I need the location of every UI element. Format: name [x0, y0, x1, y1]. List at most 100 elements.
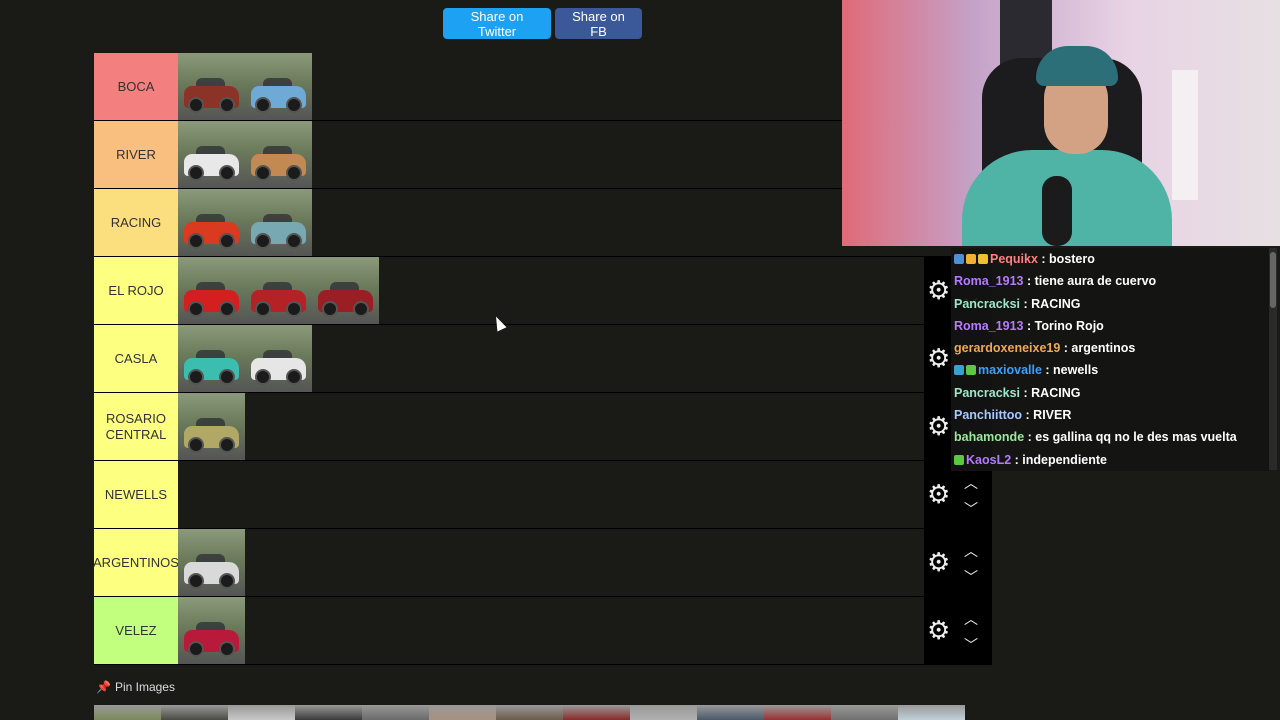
tier-items [178, 393, 245, 460]
chat-username: Pancracksi [954, 385, 1021, 400]
tier-row: VELEZ ⚙ ︿ ﹀ [94, 597, 992, 665]
tier-items [178, 121, 312, 188]
car-image[interactable] [178, 393, 245, 460]
pool-car-image[interactable] [295, 705, 362, 720]
pool-car-image[interactable] [161, 705, 228, 720]
chat-badge-icon [954, 365, 964, 376]
chat-username: maxiovalle [978, 363, 1042, 378]
tier-row: ROSARIO CENTRAL⚙︿﹀ [94, 393, 992, 461]
chat-badge-icon [966, 254, 976, 264]
pool-car-image[interactable] [898, 705, 965, 720]
tier-row: EL ROJO⚙︿﹀ [94, 257, 992, 325]
car-image[interactable] [245, 325, 312, 392]
tier-label[interactable]: ROSARIO CENTRAL [94, 393, 178, 460]
tier-label[interactable]: CASLA [94, 325, 178, 392]
pin-images-label: Pin Images [114, 680, 175, 694]
tier-label[interactable]: EL ROJO [94, 257, 178, 324]
car-image[interactable] [245, 121, 312, 188]
gear-icon[interactable]: ⚙ [927, 277, 950, 303]
chat-username: KaosL2 [966, 452, 1012, 467]
tier-label[interactable]: NEWELLS [94, 461, 178, 528]
tier-label[interactable]: RIVER [94, 121, 178, 188]
car-image[interactable] [245, 257, 312, 324]
tier-label[interactable]: VELEZ [94, 597, 178, 664]
tier-label[interactable]: BOCA [94, 53, 178, 120]
pool-car-image[interactable] [831, 705, 898, 720]
tier-items [178, 257, 379, 324]
car-image[interactable] [178, 597, 245, 664]
chat-message: Pancracksi : RACING [951, 381, 1271, 405]
chevron-down-icon[interactable]: ﹀ [964, 635, 978, 655]
tier-controls: ⚙ ︿ ﹀ [924, 461, 992, 528]
pool-car-image[interactable] [563, 705, 630, 720]
chat-message: maxiovalle : newells [951, 359, 1271, 382]
pool-car-image[interactable] [429, 705, 496, 720]
share-facebook-button[interactable]: Share on FB [555, 8, 642, 39]
tier-label[interactable]: ARGENTINOS [93, 529, 179, 596]
chat-text: : argentinos [1060, 341, 1136, 356]
chat-text: : RIVER [1022, 408, 1072, 423]
chat-username: Panchiittoo [954, 408, 1023, 423]
chat-message: Pancracksi : RACING [951, 292, 1271, 315]
pool-car-image[interactable] [496, 705, 563, 720]
chat-message: Roma_1913 : Torino Rojo [951, 314, 1271, 338]
pin-icon: 📌 [96, 680, 111, 694]
chat-badge-icon [978, 254, 988, 264]
car-image[interactable] [312, 257, 379, 324]
pool-car-image[interactable] [362, 705, 429, 720]
chat-badge-icon [954, 454, 964, 465]
tier-label[interactable]: RACING [94, 189, 178, 256]
tier-row: NEWELLS ⚙ ︿ ﹀ [94, 461, 992, 529]
car-image[interactable] [245, 189, 312, 256]
pool-car-image[interactable] [697, 705, 764, 720]
share-twitter-button[interactable]: Share on Twitter [443, 8, 551, 39]
chat-username: Pancracksi [954, 296, 1021, 311]
chevron-up-icon[interactable]: ︿ [964, 541, 978, 561]
car-image[interactable] [178, 257, 245, 324]
tier-controls: ⚙ ︿ ﹀ [924, 597, 992, 664]
chat-username: bahamonde [954, 430, 1025, 445]
chat-text: : bostero [1037, 252, 1095, 266]
image-pool [94, 705, 966, 720]
car-image[interactable] [178, 53, 245, 120]
tier-items [178, 529, 245, 596]
chat-message: Panchiittoo : RIVER [951, 404, 1271, 427]
chat-overlay: Pequikx : bostero Roma_1913 : tiene aura … [951, 248, 1271, 471]
pool-car-image[interactable] [94, 705, 161, 720]
chat-message: bahamonde : es gallina qq no le des mas … [951, 426, 1271, 449]
chat-text: : RACING [1020, 296, 1081, 311]
chat-username: Pequikx [990, 252, 1038, 266]
chat-username: Roma_1913 [954, 318, 1024, 333]
gear-icon[interactable]: ⚙ [927, 413, 950, 439]
chat-text: : tiene aura de cuervo [1023, 274, 1157, 289]
chat-badge-icon [954, 254, 964, 264]
gear-icon[interactable]: ⚙ [927, 345, 950, 371]
chevron-up-icon[interactable]: ︿ [964, 473, 978, 493]
chevron-down-icon[interactable]: ﹀ [964, 567, 978, 587]
car-image[interactable] [178, 121, 245, 188]
car-image[interactable] [178, 325, 245, 392]
gear-icon[interactable]: ⚙ [927, 549, 950, 575]
chevron-down-icon[interactable]: ﹀ [964, 499, 978, 519]
tier-items [178, 325, 312, 392]
car-image[interactable] [245, 53, 312, 120]
car-image[interactable] [178, 529, 245, 596]
tier-row: CASLA⚙︿﹀ [94, 325, 992, 393]
chat-text: : independiente [1011, 452, 1107, 467]
tier-items [178, 189, 312, 256]
tier-controls: ⚙ ︿ ﹀ [924, 529, 992, 596]
chat-text: : es gallina qq no le des mas vuelta [1024, 430, 1237, 445]
tier-items [178, 597, 245, 664]
chat-message: gerardoxeneixe19 : argentinos [951, 337, 1271, 360]
chat-scrollbar[interactable] [1269, 248, 1277, 470]
pool-car-image[interactable] [228, 705, 295, 720]
pool-car-image[interactable] [630, 705, 697, 720]
gear-icon[interactable]: ⚙ [927, 481, 950, 507]
chat-message: Roma_1913 : tiene aura de cuervo [951, 270, 1271, 293]
chevron-up-icon[interactable]: ︿ [964, 609, 978, 629]
gear-icon[interactable]: ⚙ [927, 617, 950, 643]
pool-car-image[interactable] [764, 705, 831, 720]
chat-message: KaosL2 : independiente [951, 448, 1271, 471]
pin-images-toggle[interactable]: 📌 Pin Images [96, 680, 175, 694]
car-image[interactable] [178, 189, 245, 256]
